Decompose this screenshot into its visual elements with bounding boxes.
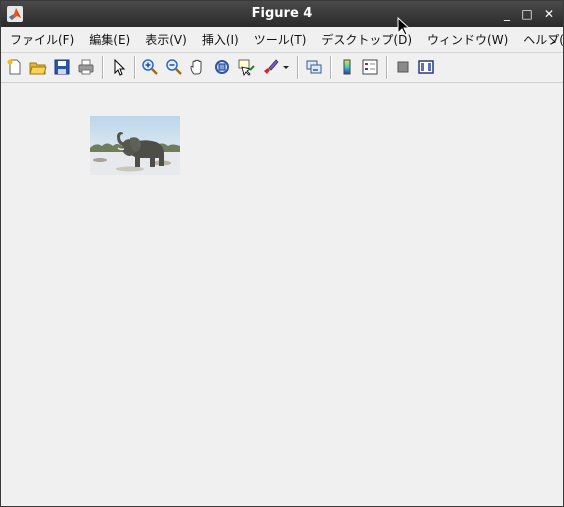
brush-dropdown-icon[interactable]: [280, 57, 292, 77]
rotate-3d-icon[interactable]: [212, 57, 232, 77]
zoom-out-icon[interactable]: [164, 57, 184, 77]
save-icon[interactable]: [52, 57, 72, 77]
figure-window: Figure 4 _ □ ✕ ファイル(F) 編集(E) 表示(V) 挿入(I)…: [0, 0, 564, 507]
print-icon[interactable]: [76, 57, 96, 77]
figure-toolbar: [1, 53, 563, 83]
colorbar-icon[interactable]: [337, 57, 357, 77]
toolbar-separator: [297, 56, 299, 79]
minimize-button[interactable]: _: [497, 4, 517, 24]
close-icon: ✕: [543, 7, 555, 21]
title-bar[interactable]: Figure 4 _ □ ✕: [1, 1, 563, 27]
menu-overflow-icon[interactable]: ↘: [548, 33, 557, 46]
mouse-cursor-icon: [397, 16, 411, 37]
menu-bar: ファイル(F) 編集(E) 表示(V) 挿入(I) ツール(T) デスクトップ(…: [1, 27, 564, 53]
show-plot-tools-icon[interactable]: [416, 57, 436, 77]
close-button[interactable]: ✕: [539, 4, 559, 24]
minimize-icon: _: [504, 7, 510, 21]
legend-icon[interactable]: [360, 57, 380, 77]
toolbar-separator: [330, 56, 332, 79]
open-file-icon[interactable]: [28, 57, 48, 77]
window-title: Figure 4: [251, 6, 313, 21]
menu-insert[interactable]: 挿入(I): [193, 31, 245, 48]
maximize-icon: □: [521, 7, 533, 21]
brush-icon[interactable]: [260, 57, 280, 77]
figure-canvas[interactable]: [1, 83, 563, 506]
menu-file[interactable]: ファイル(F): [1, 31, 80, 48]
menu-tools[interactable]: ツール(T): [245, 31, 313, 48]
edit-plot-arrow-icon[interactable]: [109, 57, 129, 77]
elephant-photo-icon: [90, 116, 180, 175]
toolbar-separator: [386, 56, 388, 79]
data-cursor-icon[interactable]: [236, 57, 256, 77]
pan-hand-icon[interactable]: [188, 57, 208, 77]
menu-view[interactable]: 表示(V): [136, 31, 193, 48]
toolbar-separator: [102, 56, 104, 79]
zoom-in-icon[interactable]: [140, 57, 160, 77]
new-figure-icon[interactable]: [5, 57, 25, 77]
toolbar-separator: [134, 56, 136, 79]
menu-window[interactable]: ウィンドウ(W): [418, 31, 514, 48]
maximize-button[interactable]: □: [517, 4, 537, 24]
hide-plot-tools-icon[interactable]: [393, 57, 413, 77]
elephant-image[interactable]: [90, 116, 180, 175]
link-plot-icon[interactable]: [304, 57, 324, 77]
menu-edit[interactable]: 編集(E): [80, 31, 136, 48]
